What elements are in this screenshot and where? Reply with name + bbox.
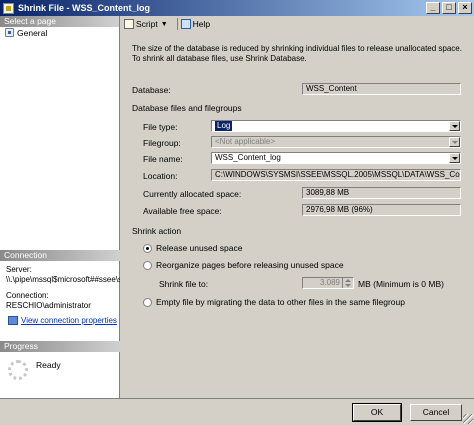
reorganize-pages-option[interactable]: Reorganize pages before releasing unused… — [143, 260, 344, 270]
connection-header: Connection — [0, 250, 120, 261]
maximize-button[interactable]: □ — [442, 2, 456, 14]
minimize-button[interactable]: _ — [426, 2, 440, 14]
location-label: Location: — [143, 171, 178, 181]
free-space-field: 2976,98 MB (96%) — [302, 204, 461, 216]
script-button[interactable]: Script ▼ — [124, 19, 168, 29]
empty-file-radio[interactable] — [143, 297, 152, 307]
reorganize-pages-label: Reorganize pages before releasing unused… — [156, 260, 344, 270]
title-bar: Shrink File - WSS_Content_log _ □ × — [0, 0, 474, 16]
file-type-value: Log — [215, 121, 233, 131]
shrink-file-to-label: Shrink file to: — [159, 279, 209, 289]
app-icon — [3, 2, 14, 14]
properties-icon — [8, 316, 18, 325]
stepper-arrows-icon — [342, 278, 353, 288]
connection-info: Server: \\.\pipe\mssql$microsoft##ssee\s… — [0, 261, 120, 311]
progress-spinner-icon — [8, 360, 28, 380]
left-pane: Select a page General Connection Server:… — [0, 16, 120, 403]
empty-file-option[interactable]: Empty file by migrating the data to othe… — [143, 297, 405, 307]
shrink-file-to-value: 3.089 — [319, 278, 340, 287]
shrink-file-to-stepper: 3.089 — [302, 277, 354, 289]
progress-header: Progress — [0, 341, 120, 352]
cancel-button[interactable]: Cancel — [410, 404, 462, 421]
empty-file-label: Empty file by migrating the data to othe… — [156, 297, 405, 307]
chevron-down-icon — [449, 137, 460, 147]
description-text: The size of the database is reduced by s… — [132, 44, 462, 63]
script-label: Script — [136, 19, 158, 29]
view-connection-properties-label: View connection properties — [21, 316, 117, 325]
release-unused-space-option[interactable]: Release unused space — [143, 243, 242, 253]
close-button[interactable]: × — [458, 2, 472, 14]
general-page: The size of the database is reduced by s… — [121, 33, 469, 403]
chevron-down-icon[interactable] — [449, 153, 460, 163]
allocated-space-label: Currently allocated space: — [143, 189, 242, 199]
help-label: Help — [192, 19, 211, 29]
help-button[interactable]: Help — [180, 19, 211, 29]
progress-status: Ready — [36, 360, 61, 370]
server-value: \\.\pipe\mssql$microsoft##ssee\s — [6, 275, 120, 284]
chevron-down-icon[interactable] — [449, 121, 460, 131]
progress-section: Progress Ready — [0, 341, 120, 380]
window-title: Shrink File - WSS_Content_log — [18, 3, 151, 13]
file-name-select[interactable]: WSS_Content_log — [211, 152, 461, 164]
location-field: C:\WINDOWS\SYSMSI\SSEE\MSSQL.2005\MSSQL\… — [211, 169, 461, 181]
dialog-footer: OK Cancel — [0, 398, 474, 425]
shrink-file-to-unit: MB (Minimum is 0 MB) — [358, 279, 444, 289]
page-item-label: General — [17, 27, 48, 38]
select-page-header: Select a page — [0, 16, 119, 27]
help-icon — [180, 19, 191, 29]
ok-button[interactable]: OK — [352, 403, 402, 422]
filegroup-select: <Not applicable> — [211, 136, 461, 148]
database-label: Database: — [132, 85, 171, 95]
file-name-label: File name: — [143, 154, 183, 164]
files-section-label: Database files and filegroups — [132, 103, 242, 113]
filegroup-label: Filegroup: — [143, 138, 181, 148]
shrink-file-dialog: Shrink File - WSS_Content_log _ □ × Sele… — [0, 0, 474, 425]
window-controls: _ □ × — [426, 2, 472, 14]
toolbar: Script ▼ Help — [121, 16, 474, 32]
toolbar-separator — [176, 18, 178, 30]
connection-section: Connection Server: \\.\pipe\mssql$micros… — [0, 250, 120, 325]
release-unused-space-label: Release unused space — [156, 243, 243, 253]
reorganize-pages-radio[interactable] — [143, 260, 152, 270]
page-item-general[interactable]: General — [0, 27, 119, 38]
script-icon — [124, 19, 134, 29]
chevron-down-icon: ▼ — [160, 20, 168, 28]
file-type-label: File type: — [143, 122, 178, 132]
page-icon — [5, 28, 14, 37]
view-connection-properties-link[interactable]: View connection properties — [0, 316, 120, 325]
connection-label: Connection: — [6, 291, 49, 300]
progress-row: Ready — [0, 352, 120, 380]
free-space-label: Available free space: — [143, 206, 222, 216]
file-type-select[interactable]: Log — [211, 120, 461, 132]
shrink-action-label: Shrink action — [132, 226, 182, 236]
database-field: WSS_Content — [302, 83, 461, 95]
server-label: Server: — [6, 265, 32, 274]
release-unused-space-radio[interactable] — [143, 243, 152, 253]
file-name-value: WSS_Content_log — [215, 153, 281, 162]
connection-value: RESCHIO\administrator — [6, 301, 91, 310]
filegroup-value: <Not applicable> — [215, 137, 276, 146]
resize-grip-icon[interactable] — [463, 414, 473, 424]
allocated-space-field: 3089,88 MB — [302, 187, 461, 199]
